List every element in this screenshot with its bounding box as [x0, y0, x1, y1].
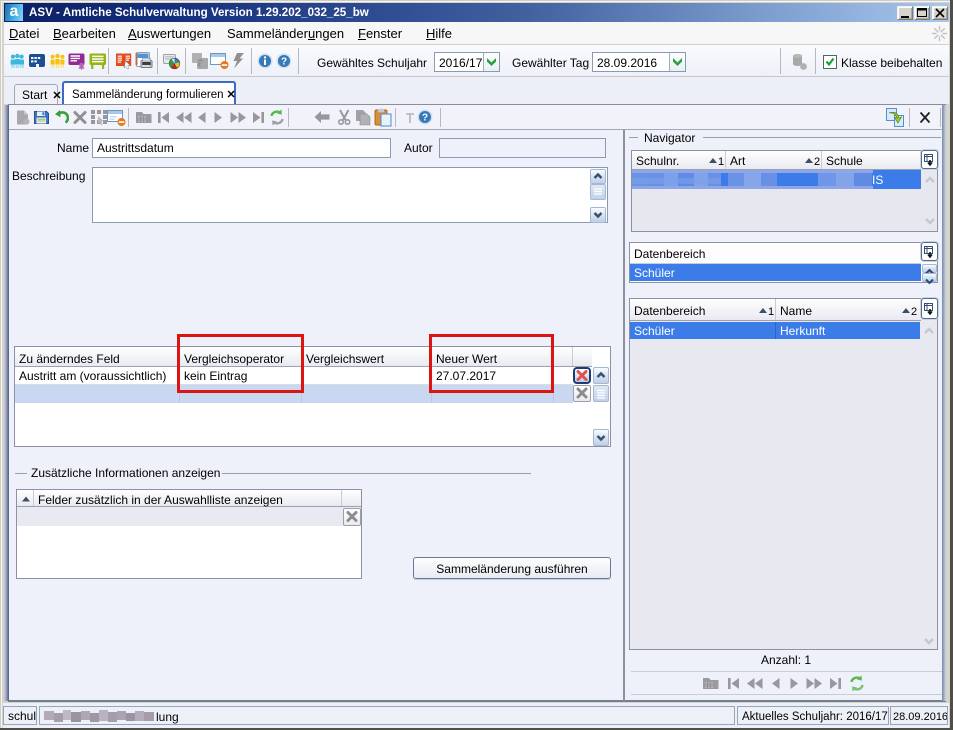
svg-text:2: 2: [814, 156, 820, 166]
svg-text:1: 1: [768, 306, 774, 316]
svg-text:?: ?: [422, 113, 428, 124]
svg-text:2: 2: [911, 306, 917, 316]
svg-text:?: ?: [281, 57, 287, 68]
svg-text:1: 1: [718, 156, 724, 166]
